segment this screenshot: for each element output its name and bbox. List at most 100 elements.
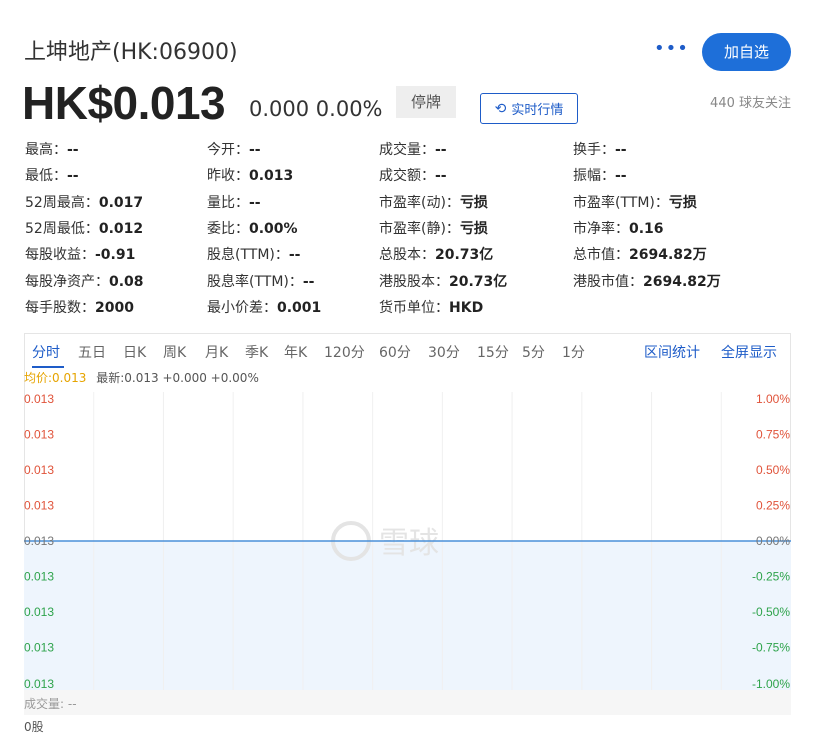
stat-label: 成交额： bbox=[379, 168, 435, 185]
stat-value: 2694.82万 bbox=[629, 247, 707, 264]
stat-item: 最低：-- bbox=[25, 165, 79, 185]
stat-label: 每手股数： bbox=[25, 299, 95, 316]
y-tick-left: 0.013 bbox=[24, 392, 54, 406]
y-tick-right: -0.50% bbox=[752, 605, 790, 619]
current-price: HK$0.013 bbox=[22, 77, 226, 129]
stock-title: 上坤地产(HK:06900) bbox=[24, 40, 238, 65]
stat-value: -- bbox=[615, 168, 627, 185]
y-tick-right: 0.50% bbox=[756, 463, 790, 477]
period-tab[interactable]: 120分 bbox=[324, 342, 365, 362]
stat-label: 股息(TTM)： bbox=[207, 247, 289, 264]
stat-item: 最高：-- bbox=[25, 139, 79, 159]
stat-value: 20.73亿 bbox=[435, 247, 494, 264]
period-tab[interactable]: 年K bbox=[284, 342, 307, 362]
stat-item: 总市值：2694.82万 bbox=[573, 244, 707, 264]
y-tick-right: -0.75% bbox=[752, 641, 790, 655]
refresh-icon: ⟲ bbox=[494, 100, 507, 117]
stat-label: 市净率： bbox=[573, 220, 629, 237]
intraday-chart[interactable]: 雪球 0.013 1.00% 0.013 0.75% 0.013 0.50% 0.013 0.2… bbox=[24, 392, 791, 690]
stat-label: 昨收： bbox=[207, 168, 249, 185]
chart-area-fill bbox=[24, 541, 791, 690]
period-tab[interactable]: 5分 bbox=[522, 342, 545, 362]
stat-label: 市盈率(静)： bbox=[379, 220, 460, 237]
stat-label: 最低： bbox=[25, 168, 67, 185]
watermark-text: 雪球 bbox=[379, 526, 439, 561]
y-tick-right: 1.00% bbox=[756, 392, 790, 406]
fullscreen-button[interactable]: 全屏显示 bbox=[721, 342, 777, 362]
stat-item: 52周最高：0.017 bbox=[25, 192, 143, 212]
y-tick-left: 0.013 bbox=[24, 641, 54, 655]
stat-item: 今开：-- bbox=[207, 139, 261, 159]
stat-value: -- bbox=[302, 273, 315, 290]
stat-label: 总股本： bbox=[379, 247, 435, 264]
stat-label: 换手： bbox=[573, 142, 615, 158]
period-tab[interactable]: 季K bbox=[245, 342, 268, 362]
stat-value: -- bbox=[615, 142, 627, 158]
stat-value: 0.013 bbox=[249, 168, 294, 185]
more-icon[interactable]: ••• bbox=[654, 38, 689, 59]
add-to-watchlist-button[interactable]: 加自选 bbox=[702, 33, 791, 71]
stat-label: 市盈率(TTM)： bbox=[573, 194, 669, 211]
stat-label: 52周最高： bbox=[25, 194, 99, 211]
period-tab[interactable]: 五日 bbox=[78, 342, 106, 362]
period-tab[interactable]: 月K bbox=[205, 342, 228, 362]
followers-count: 440 球友关注 bbox=[710, 96, 791, 111]
stat-label: 最小价差： bbox=[207, 299, 277, 316]
stat-item: 股息率(TTM)：-- bbox=[207, 271, 315, 291]
period-tab[interactable]: 30分 bbox=[428, 342, 460, 362]
realtime-quote-label: 实时行情 bbox=[511, 103, 564, 118]
period-tab[interactable]: 60分 bbox=[379, 342, 411, 362]
period-tab[interactable]: 周K bbox=[163, 342, 186, 362]
period-tab[interactable]: 1分 bbox=[562, 342, 585, 362]
y-tick-right: 0.00% bbox=[756, 534, 790, 548]
stat-label: 港股股本： bbox=[379, 273, 449, 290]
y-tick-right: 0.75% bbox=[756, 428, 790, 442]
stat-value: 0.16 bbox=[629, 220, 664, 237]
stat-label: 最高： bbox=[25, 142, 67, 158]
stat-item: 市盈率(静)：亏损 bbox=[379, 218, 488, 238]
y-tick-left: 0.013 bbox=[24, 428, 54, 442]
stat-label: 52周最低： bbox=[25, 220, 99, 237]
stat-value: 0.012 bbox=[98, 220, 144, 237]
stat-label: 股息率(TTM)： bbox=[207, 273, 303, 290]
avg-price: 均价:0.013 bbox=[24, 371, 87, 385]
stat-label: 市盈率(动)： bbox=[379, 194, 460, 211]
stat-label: 每股净资产： bbox=[25, 273, 109, 290]
stat-item: 市盈率(TTM)：亏损 bbox=[573, 192, 697, 212]
stat-value: HKD bbox=[449, 299, 484, 316]
stat-label: 港股市值： bbox=[573, 273, 643, 290]
stat-label: 总市值： bbox=[573, 247, 629, 264]
stat-item: 量比：-- bbox=[207, 192, 261, 212]
y-tick-right: 0.25% bbox=[756, 499, 790, 513]
price-change: 0.000 0.00% bbox=[249, 97, 383, 121]
y-tick-left: 0.013 bbox=[24, 677, 54, 690]
realtime-quote-button[interactable]: ⟲ 实时行情 bbox=[480, 93, 578, 124]
stat-item: 昨收：0.013 bbox=[207, 165, 293, 185]
period-tab[interactable]: 分时 bbox=[32, 342, 60, 362]
stat-value: -- bbox=[435, 142, 447, 158]
stat-label: 量比： bbox=[207, 194, 249, 211]
stat-value: 0.08 bbox=[109, 273, 144, 290]
period-tab[interactable]: 15分 bbox=[477, 342, 509, 362]
stat-item: 货币单位：HKD bbox=[379, 297, 483, 317]
volume-label: 成交量: -- bbox=[24, 697, 77, 711]
active-tab-indicator bbox=[32, 366, 64, 368]
stat-value: -- bbox=[249, 194, 261, 211]
y-tick-left: 0.013 bbox=[24, 534, 54, 548]
interval-stats-button[interactable]: 区间统计 bbox=[644, 342, 700, 362]
chart-info-line: 均价:0.013 最新:0.013 +0.000 +0.00% bbox=[24, 369, 259, 386]
period-tab[interactable]: 日K bbox=[123, 342, 146, 362]
stat-item: 成交额：-- bbox=[379, 165, 447, 185]
stat-value: 2000 bbox=[95, 299, 134, 316]
stat-value: 0.017 bbox=[98, 194, 144, 211]
volume-value: 0股 bbox=[24, 720, 44, 734]
y-tick-left: 0.013 bbox=[24, 605, 54, 619]
stat-item: 总股本：20.73亿 bbox=[379, 244, 493, 264]
stat-label: 振幅： bbox=[573, 168, 615, 185]
stat-value: -- bbox=[67, 142, 79, 158]
stat-item: 委比：0.00% bbox=[207, 218, 298, 238]
volume-bar bbox=[24, 690, 791, 715]
stat-item: 港股股本：20.73亿 bbox=[379, 271, 507, 291]
stat-label: 今开： bbox=[207, 142, 249, 158]
stat-label: 货币单位： bbox=[379, 299, 449, 316]
